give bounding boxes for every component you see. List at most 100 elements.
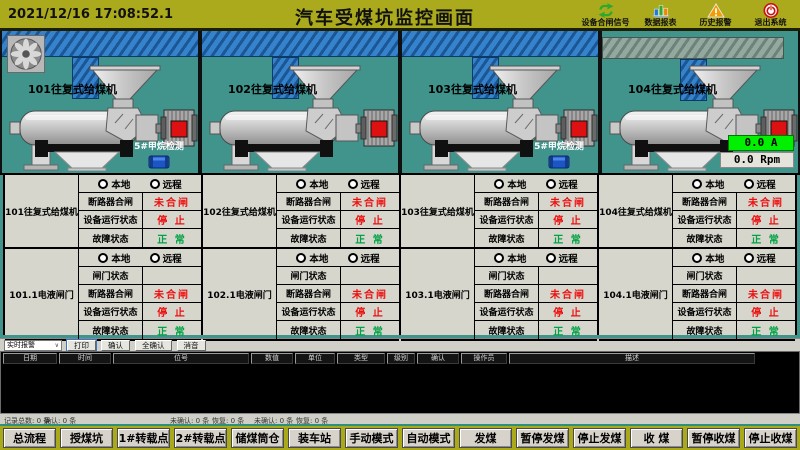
ack-all-button[interactable]: 全确认 [135, 340, 172, 351]
remote-mode-radio[interactable]: 远程 [744, 251, 776, 265]
feeder-title: 103往复式给煤机 [428, 81, 517, 97]
status-row: 断路器合闸未合闸 [673, 285, 795, 303]
status-row-label: 断路器合闸 [79, 285, 143, 302]
status-row: 断路器合闸未合闸 [277, 285, 399, 303]
status-row: 故障状态正 常 [79, 229, 201, 247]
local-mode-radio[interactable]: 本地 [494, 177, 526, 191]
device-close-signal-button[interactable]: 设备合闸信号 [578, 0, 633, 28]
status-row: 故障状态正 常 [277, 321, 399, 339]
status-row: 断路器合闸未合闸 [79, 193, 201, 211]
remote-radio-label: 远程 [163, 177, 182, 191]
control-mode-row: 本地 远程 [277, 249, 399, 267]
alarm-summary-item: 恢复: 0 条 [296, 416, 328, 426]
status-rows: 本地远程断路器合闸未合闸设备运行状态停 止故障状态正 常 [79, 175, 201, 247]
local-mode-radio[interactable]: 本地 [494, 251, 526, 265]
status-row: 故障状态正 常 [79, 321, 201, 339]
bottom-button-transfer-point-2[interactable]: 2#转载点 [174, 428, 227, 448]
local-radio-circle [692, 179, 702, 189]
local-radio-label: 本地 [309, 177, 328, 191]
local-radio-label: 本地 [111, 177, 130, 191]
remote-mode-radio[interactable]: 远程 [546, 251, 578, 265]
status-row-value: 未合闸 [341, 193, 399, 210]
ack-button[interactable]: 确认 [101, 340, 130, 351]
remote-mode-radio[interactable]: 远程 [348, 251, 380, 265]
local-radio-circle [494, 253, 504, 263]
alarm-table-body[interactable] [1, 365, 799, 413]
alarm-column-header: 确认 [417, 353, 459, 364]
methane-label: 5#甲烷检测 [134, 139, 184, 152]
remote-mode-radio[interactable]: 远程 [546, 177, 578, 191]
alarm-table: 日期时间位号数值单位类型级别确认操作员描述 [0, 351, 800, 413]
remote-mode-radio[interactable]: 远程 [348, 177, 380, 191]
status-column-101: 101往复式给煤机本地远程断路器合闸未合闸设备运行状态停 止故障状态正 常101… [3, 175, 201, 335]
status-row-label: 故障状态 [673, 229, 737, 247]
remote-radio-circle [150, 179, 160, 189]
bottom-button-stop-receive-coal[interactable]: 停止收煤 [744, 428, 797, 448]
status-row-value: 未合闸 [341, 285, 399, 302]
status-row-value: 未合闸 [737, 193, 795, 210]
bottom-button-transfer-point-1[interactable]: 1#转载点 [117, 428, 170, 448]
bottom-button-coal-silo[interactable]: 储煤筒仓 [231, 428, 284, 448]
local-mode-radio[interactable]: 本地 [296, 177, 328, 191]
status-row-value: 未合闸 [143, 285, 201, 302]
bottom-button-receive-coal[interactable]: 收 煤 [630, 428, 683, 448]
bottom-button-loading-station[interactable]: 装车站 [288, 428, 341, 448]
status-row-label: 断路器合闸 [475, 285, 539, 302]
remote-radio-label: 远程 [559, 251, 578, 265]
bottom-button-coal-pit[interactable]: 授煤坑 [60, 428, 113, 448]
status-rows: 本地远程断路器合闸未合闸设备运行状态停 止故障状态正 常 [673, 175, 795, 247]
status-row-label: 设备运行状态 [673, 303, 737, 320]
bottom-button-bar: 总流程授煤坑1#转载点2#转载点储煤筒仓装车站手动模式自动模式发煤暂停发煤停止发… [0, 424, 800, 450]
methane-detector: 5#甲烷检测 [124, 139, 194, 170]
methane-cylinder-icon [548, 154, 570, 170]
bottom-button-pause-send-coal[interactable]: 暂停发煤 [516, 428, 569, 448]
local-mode-radio[interactable]: 本地 [296, 251, 328, 265]
status-row: 断路器合闸未合闸 [277, 193, 399, 211]
device-name-label: 103.1电液闸门 [401, 249, 475, 339]
bottom-button-overview[interactable]: 总流程 [3, 428, 56, 448]
remote-radio-circle [348, 179, 358, 189]
bottom-button-pause-receive-coal[interactable]: 暂停收煤 [687, 428, 740, 448]
status-row-value: 停 止 [143, 211, 201, 228]
local-mode-radio[interactable]: 本地 [98, 177, 130, 191]
local-mode-radio[interactable]: 本地 [98, 251, 130, 265]
bottom-button-stop-send-coal[interactable]: 停止发煤 [573, 428, 626, 448]
remote-radio-circle [150, 253, 160, 263]
status-row-value: 正 常 [143, 229, 201, 247]
sync-arrows-icon [596, 2, 616, 18]
status-group-104-valve: 104.1电液闸门本地远程闸门状态断路器合闸未合闸设备运行状态停 止故障状态正 … [599, 249, 795, 341]
header-button-label: 设备合闸信号 [582, 18, 630, 27]
exit-system-button[interactable]: 退出系统 [743, 0, 798, 28]
mute-button[interactable]: 消音 [177, 340, 206, 351]
local-mode-radio[interactable]: 本地 [692, 251, 724, 265]
bottom-button-send-coal[interactable]: 发煤 [459, 428, 512, 448]
feeder-title: 102往复式给煤机 [228, 81, 317, 97]
remote-mode-radio[interactable]: 远程 [150, 177, 182, 191]
bottom-button-manual-mode[interactable]: 手动模式 [345, 428, 398, 448]
print-button[interactable]: 打印 [67, 340, 96, 351]
alarm-column-header: 数值 [251, 353, 293, 364]
data-report-button[interactable]: 数据报表 [633, 0, 688, 28]
remote-mode-radio[interactable]: 远程 [744, 177, 776, 191]
status-row-value [143, 267, 201, 284]
remote-mode-radio[interactable]: 远程 [150, 251, 182, 265]
device-name-label: 104.1电液闸门 [599, 249, 673, 339]
bottom-button-auto-mode[interactable]: 自动模式 [402, 428, 455, 448]
local-radio-circle [98, 179, 108, 189]
alarm-column-header: 单位 [295, 353, 335, 364]
status-row: 设备运行状态停 止 [79, 303, 201, 321]
graphic-panel-101: 101往复式给煤机 5#甲烷检测 [0, 31, 200, 173]
history-alarm-button[interactable]: 历史报警 [688, 0, 743, 28]
status-row-value: 停 止 [737, 303, 795, 320]
chevron-down-icon: ∨ [55, 342, 59, 349]
alarm-filter-dropdown[interactable]: 实时报警 ∨ [4, 340, 62, 351]
alarm-column-header: 级别 [387, 353, 415, 364]
status-rows: 本地远程闸门状态断路器合闸未合闸设备运行状态停 止故障状态正 常 [673, 249, 795, 339]
alarm-summary-item: 未确认: 0 条 [254, 416, 293, 426]
remote-radio-label: 远程 [361, 251, 380, 265]
device-name-label: 101.1电液闸门 [5, 249, 79, 339]
local-mode-radio[interactable]: 本地 [692, 177, 724, 191]
remote-radio-label: 远程 [757, 177, 776, 191]
header-button-label: 退出系统 [755, 18, 787, 27]
status-row-value: 正 常 [341, 321, 399, 339]
